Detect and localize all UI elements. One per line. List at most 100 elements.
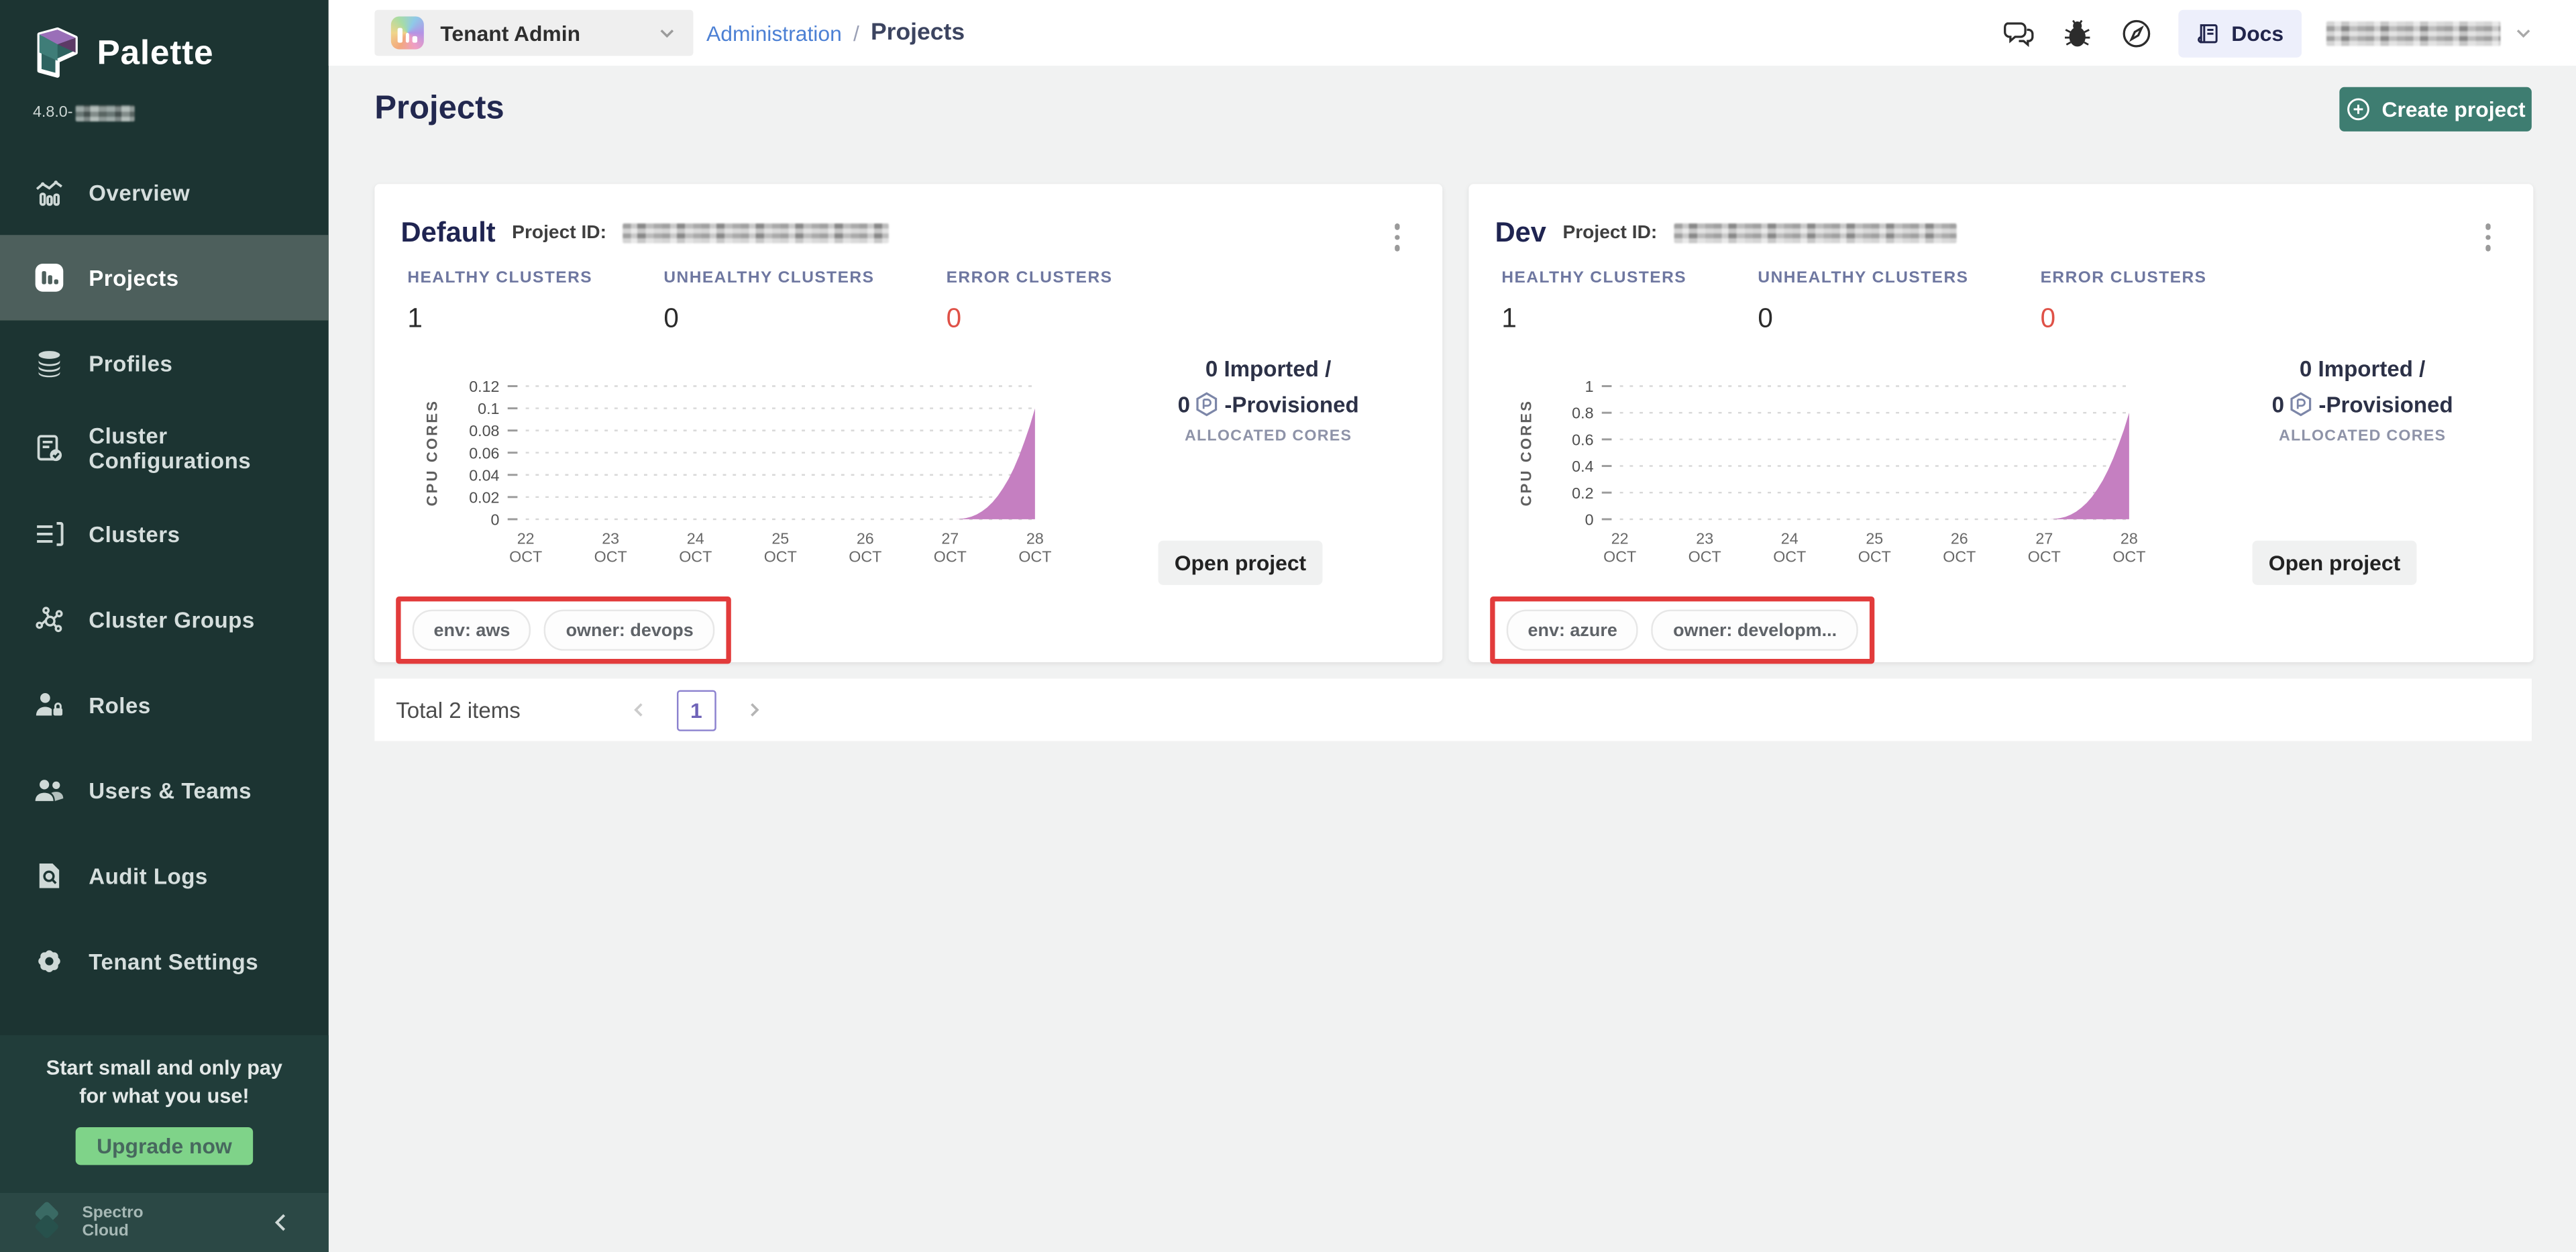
palette-hexagon-icon bbox=[1195, 391, 1220, 417]
svg-text:27: 27 bbox=[2035, 530, 2053, 547]
svg-text:OCT: OCT bbox=[679, 548, 712, 566]
svg-text:0: 0 bbox=[491, 511, 500, 528]
svg-text:23: 23 bbox=[602, 530, 619, 547]
project-card-default: Default Project ID: HEALTHY CLUSTERS 1 U… bbox=[374, 184, 1442, 662]
upgrade-promo: Start small and only pay for what you us… bbox=[0, 1035, 329, 1193]
app-window: Palette 4.8.0- Overview bbox=[0, 0, 2576, 1252]
card-menu-kebab-icon[interactable] bbox=[1391, 220, 1403, 254]
username-redacted bbox=[2326, 21, 2501, 46]
brand-name: Spectro Cloud bbox=[82, 1204, 143, 1241]
spectro-cloud-logo-icon bbox=[26, 1201, 69, 1244]
svg-text:0.8: 0.8 bbox=[1572, 405, 1593, 422]
create-project-button[interactable]: Create project bbox=[2339, 87, 2532, 132]
sidebar: Palette 4.8.0- Overview bbox=[0, 0, 329, 1252]
page-number-button[interactable]: 1 bbox=[676, 689, 716, 730]
chevron-left-icon bbox=[270, 1211, 292, 1234]
gear-icon bbox=[33, 945, 66, 978]
card-header: Default Project ID: bbox=[401, 217, 890, 250]
sidebar-item-label: Users & Teams bbox=[89, 778, 252, 803]
chevron-down-icon bbox=[2514, 23, 2533, 42]
sidebar-collapse-button[interactable] bbox=[270, 1211, 292, 1234]
tag-owner[interactable]: owner: developm... bbox=[1652, 610, 1858, 651]
chevron-right-icon bbox=[744, 700, 763, 719]
svg-text:OCT: OCT bbox=[1688, 548, 1721, 566]
sidebar-item-audit-logs[interactable]: Audit Logs bbox=[0, 833, 329, 919]
version-redacted bbox=[76, 105, 135, 121]
sidebar-item-clusters[interactable]: Clusters bbox=[0, 491, 329, 576]
list-icon bbox=[33, 517, 66, 550]
card-menu-kebab-icon[interactable] bbox=[2481, 220, 2493, 254]
project-id-redacted bbox=[1674, 223, 1956, 243]
sidebar-item-cluster-configurations[interactable]: Cluster Configurations bbox=[0, 406, 329, 491]
cores-summary: 0 Imported / 0 -Provisioned ALLOCATED CO… bbox=[2211, 356, 2514, 445]
page-title: Projects bbox=[374, 91, 504, 128]
svg-text:24: 24 bbox=[687, 530, 704, 547]
svg-text:24: 24 bbox=[1781, 530, 1799, 547]
bug-report-button[interactable] bbox=[2061, 15, 2095, 50]
cpu-cores-chart: CPU CORES10.80.60.40.2022OCT23OCT24OCT25… bbox=[1489, 374, 2152, 572]
svg-text:26: 26 bbox=[1951, 530, 1968, 547]
logo-wordmark: Palette bbox=[97, 34, 213, 74]
annotation-box: env: aws owner: devops bbox=[396, 596, 731, 664]
project-name: Default bbox=[401, 217, 496, 250]
tag-owner[interactable]: owner: devops bbox=[545, 610, 715, 651]
error-clusters-stat: ERROR CLUSTERS 0 bbox=[947, 270, 1203, 335]
prev-page-button[interactable] bbox=[623, 693, 655, 726]
svg-text:OCT: OCT bbox=[1018, 548, 1051, 566]
project-card-dev: Dev Project ID: HEALTHY CLUSTERS 1 UNHEA… bbox=[1468, 184, 2533, 662]
project-id-label: Project ID: bbox=[512, 223, 606, 243]
next-page-button[interactable] bbox=[737, 693, 770, 726]
sidebar-item-cluster-groups[interactable]: Cluster Groups bbox=[0, 577, 329, 662]
error-clusters-stat: ERROR CLUSTERS 0 bbox=[2041, 270, 2297, 335]
tag-env[interactable]: env: azure bbox=[1507, 610, 1639, 651]
project-id-redacted bbox=[623, 223, 890, 243]
sidebar-item-projects[interactable]: Projects bbox=[0, 235, 329, 320]
svg-text:OCT: OCT bbox=[2028, 548, 2061, 566]
create-project-label: Create project bbox=[2381, 97, 2525, 121]
sidebar-item-profiles[interactable]: Profiles bbox=[0, 321, 329, 406]
svg-text:OCT: OCT bbox=[1773, 548, 1806, 566]
palette-hexagon-icon bbox=[2289, 391, 2314, 417]
svg-text:CPU CORES: CPU CORES bbox=[1517, 399, 1534, 507]
user-menu[interactable] bbox=[2326, 21, 2534, 46]
palette-logo-icon bbox=[33, 26, 82, 82]
tenant-scope-dropdown[interactable]: Tenant Admin bbox=[374, 10, 693, 56]
upgrade-now-button[interactable]: Upgrade now bbox=[75, 1127, 253, 1165]
tag-env[interactable]: env: aws bbox=[413, 610, 531, 651]
card-header: Dev Project ID: bbox=[1495, 217, 1956, 250]
svg-text:25: 25 bbox=[771, 530, 789, 547]
svg-text:CPU CORES: CPU CORES bbox=[423, 399, 440, 507]
breadcrumb-separator: / bbox=[853, 21, 859, 46]
cores-summary: 0 Imported / 0 -Provisioned ALLOCATED CO… bbox=[1117, 356, 1419, 445]
projects-icon bbox=[33, 261, 66, 294]
svg-text:OCT: OCT bbox=[764, 548, 797, 566]
sidebar-item-label: Profiles bbox=[89, 351, 172, 376]
sidebar-item-tenant-settings[interactable]: Tenant Settings bbox=[0, 919, 329, 1004]
annotation-box: env: azure owner: developm... bbox=[1490, 596, 1874, 664]
project-id-label: Project ID: bbox=[1562, 223, 1657, 243]
project-name: Dev bbox=[1495, 217, 1546, 250]
docs-button[interactable]: Docs bbox=[2179, 9, 2302, 56]
svg-text:26: 26 bbox=[857, 530, 874, 547]
sidebar-menu: Overview Projects Profiles bbox=[0, 150, 329, 1004]
svg-text:0.6: 0.6 bbox=[1572, 431, 1593, 448]
svg-text:OCT: OCT bbox=[594, 548, 627, 566]
breadcrumb-administration-link[interactable]: Administration bbox=[706, 21, 842, 46]
overview-chart-icon bbox=[33, 176, 66, 209]
svg-text:OCT: OCT bbox=[2112, 548, 2145, 566]
unhealthy-clusters-value: 0 bbox=[663, 304, 946, 335]
explore-compass-button[interactable] bbox=[2120, 15, 2154, 50]
svg-text:OCT: OCT bbox=[849, 548, 881, 566]
sidebar-item-overview[interactable]: Overview bbox=[0, 150, 329, 235]
svg-text:1: 1 bbox=[1585, 378, 1594, 395]
open-project-button[interactable]: Open project bbox=[2253, 541, 2417, 585]
svg-text:22: 22 bbox=[1611, 530, 1629, 547]
sidebar-item-roles[interactable]: Roles bbox=[0, 662, 329, 747]
cpu-cores-chart: CPU CORES0.120.10.080.060.040.02022OCT23… bbox=[394, 374, 1058, 572]
cluster-stats: HEALTHY CLUSTERS 1 UNHEALTHY CLUSTERS 0 … bbox=[1501, 270, 2296, 335]
sidebar-item-users-teams[interactable]: Users & Teams bbox=[0, 747, 329, 833]
feedback-chat-button[interactable] bbox=[2001, 15, 2035, 50]
open-project-button[interactable]: Open project bbox=[1159, 541, 1323, 585]
sidebar-item-label: Roles bbox=[89, 692, 150, 717]
sidebar-item-label: Projects bbox=[89, 266, 178, 291]
